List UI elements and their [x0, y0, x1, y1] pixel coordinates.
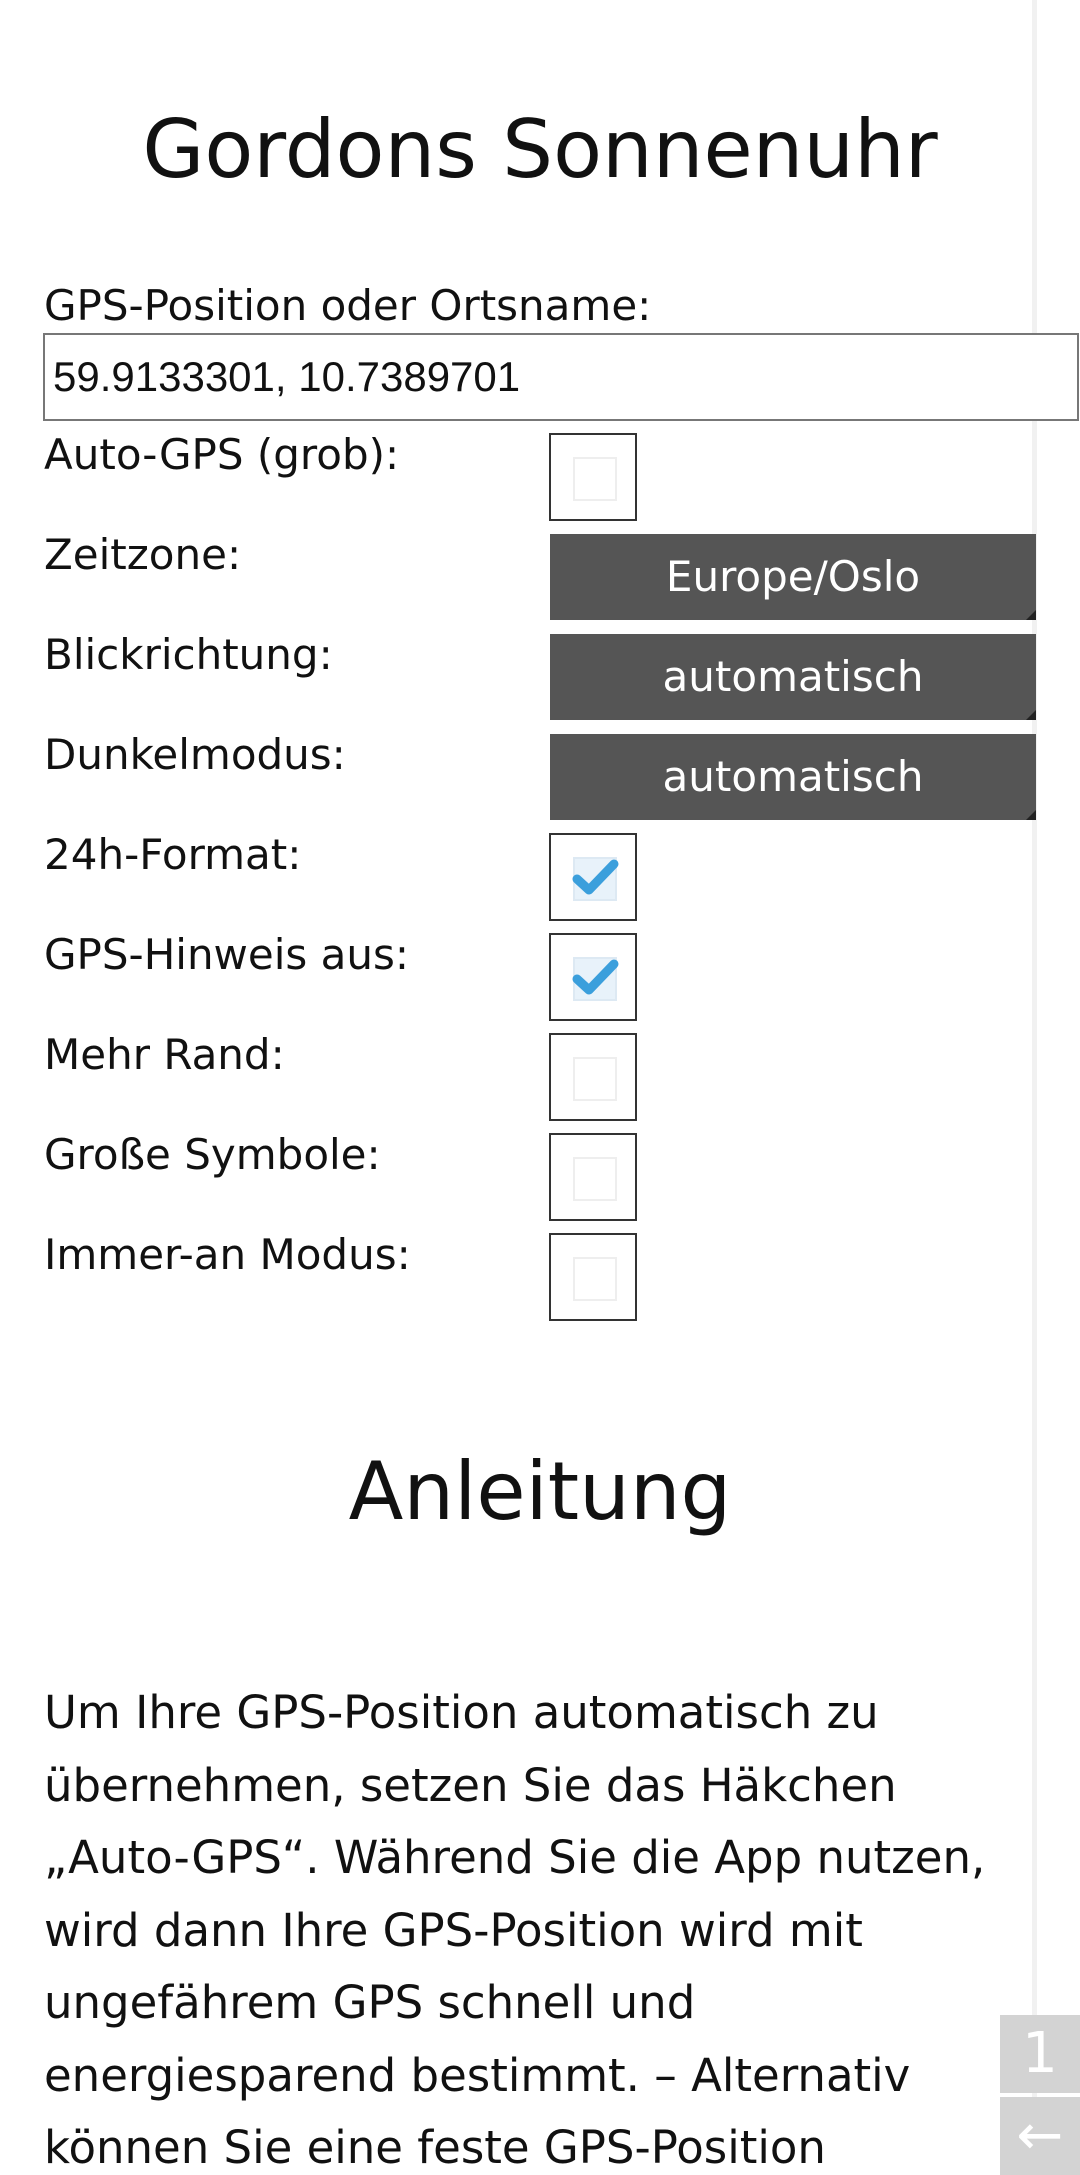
large-symbols-label: Große Symbole:: [44, 1130, 381, 1179]
always-on-checkbox[interactable]: [549, 1233, 637, 1321]
24h-format-checkbox[interactable]: [549, 833, 637, 921]
dark-mode-label: Dunkelmodus:: [44, 730, 346, 779]
dark-mode-value: automatisch: [662, 752, 924, 801]
checkmark-icon: [572, 859, 619, 895]
more-margin-checkbox[interactable]: [549, 1033, 637, 1121]
checkbox-inner: [573, 1057, 617, 1101]
instructions-title: Anleitung: [348, 1445, 732, 1538]
checkbox-inner: [573, 1257, 617, 1301]
gps-hint-off-label: GPS-Hinweis aus:: [44, 930, 410, 979]
always-on-label: Immer-an Modus:: [44, 1230, 411, 1279]
settings-page: Gordons Sonnenuhr GPS-Position oder Orts…: [0, 0, 1080, 2175]
24h-format-label: 24h-Format:: [44, 830, 302, 879]
dropdown-corner-icon: [1026, 710, 1036, 720]
instructions-line: wird dann Ihre GPS-Position wird mit: [44, 1903, 863, 1957]
instructions-line: Um Ihre GPS-Position automatisch zu: [44, 1686, 879, 1739]
auto-gps-checkbox[interactable]: [549, 433, 637, 521]
timezone-label: Zeitzone:: [44, 530, 242, 579]
instructions-line: „Auto-GPS“. Während Sie die App nutzen,: [44, 1831, 986, 1884]
back-arrow-icon[interactable]: ←: [1000, 2097, 1080, 2175]
gps-hint-off-checkbox[interactable]: [549, 933, 637, 1021]
scrollbar-track: [1032, 0, 1037, 2175]
instructions-text: Um Ihre GPS-Position automatisch zu über…: [44, 1677, 1004, 2175]
app-title: Gordons Sonnenuhr: [142, 103, 938, 196]
dropdown-corner-icon: [1026, 810, 1036, 820]
checkbox-inner: [573, 457, 617, 501]
checkmark-icon: [572, 959, 619, 995]
dropdown-corner-icon: [1026, 610, 1036, 620]
more-margin-label: Mehr Rand:: [44, 1030, 285, 1079]
view-direction-label: Blickrichtung:: [44, 630, 333, 679]
instructions-line: ungefährem GPS schnell und: [44, 1976, 696, 2029]
large-symbols-checkbox[interactable]: [549, 1133, 637, 1221]
gps-position-input[interactable]: [43, 333, 1079, 421]
instructions-line: können Sie eine feste GPS-Position: [44, 2121, 826, 2174]
timezone-select[interactable]: Europe/Oslo: [550, 534, 1036, 620]
checkbox-inner: [573, 1157, 617, 1201]
view-direction-value: automatisch: [662, 652, 924, 701]
dark-mode-select[interactable]: automatisch: [550, 734, 1036, 820]
auto-gps-label: Auto-GPS (grob):: [44, 430, 400, 479]
instructions-line: übernehmen, setzen Sie das Häkchen: [44, 1758, 897, 1812]
view-direction-select[interactable]: automatisch: [550, 634, 1036, 720]
timezone-value: Europe/Oslo: [665, 552, 921, 601]
page-number-button[interactable]: 1: [1000, 2015, 1080, 2093]
gps-position-label: GPS-Position oder Ortsname:: [44, 281, 652, 330]
instructions-line: energiesparend bestimmt. – Alternativ: [44, 2048, 911, 2102]
